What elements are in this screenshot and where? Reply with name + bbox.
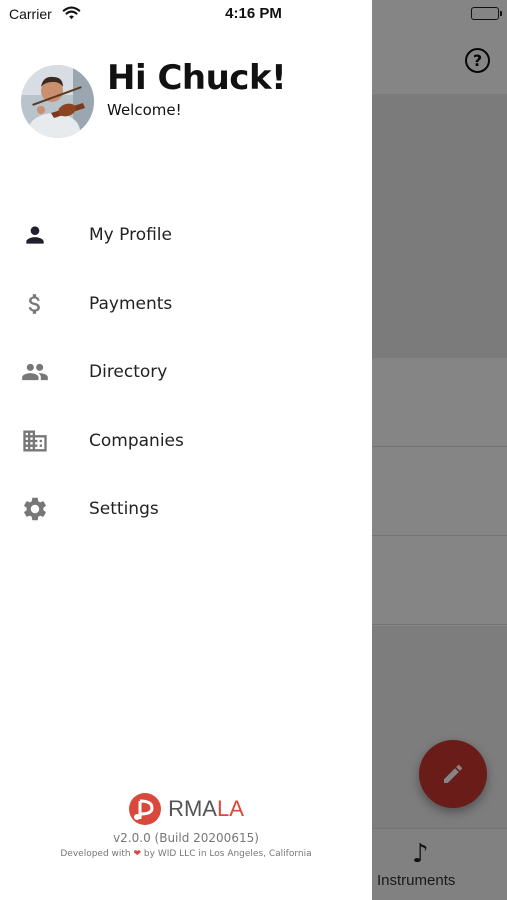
welcome-text: Welcome! [107,101,182,119]
menu-item-label: My Profile [89,225,172,246]
clock-time: 4:16 PM [225,5,282,22]
navigation-drawer: Hi Chuck! Welcome! My Profile Payments D… [0,0,372,900]
people-icon [21,358,49,386]
menu-item-label: Payments [89,293,173,314]
menu-item-companies[interactable]: Companies [0,407,372,476]
dollar-icon [21,290,49,318]
brand-logo: RMALA [0,792,372,826]
avatar[interactable] [21,65,94,138]
gear-icon [21,495,49,523]
drawer-menu: My Profile Payments Directory Companies … [0,201,372,544]
menu-item-settings[interactable]: Settings [0,475,372,544]
menu-item-label: Settings [89,499,159,520]
menu-item-label: Companies [89,430,184,451]
menu-item-label: Directory [89,362,168,383]
menu-item-my-profile[interactable]: My Profile [0,201,372,270]
menu-item-directory[interactable]: Directory [0,338,372,407]
building-icon [21,427,49,455]
version-text: v2.0.0 (Build 20200615) [113,831,259,845]
heart-icon: ❤ [133,849,142,859]
battery-icon [471,7,502,20]
greeting-title: Hi Chuck! [107,58,287,98]
credits-text: Developed with ❤ by WID LLC in Los Angel… [60,849,312,859]
rmala-logo-icon [129,793,162,825]
status-bar: Carrier 4:16 PM [0,0,507,28]
menu-item-payments[interactable]: Payments [0,270,372,339]
brand-name: RMALA [168,796,244,821]
person-icon [21,221,49,249]
